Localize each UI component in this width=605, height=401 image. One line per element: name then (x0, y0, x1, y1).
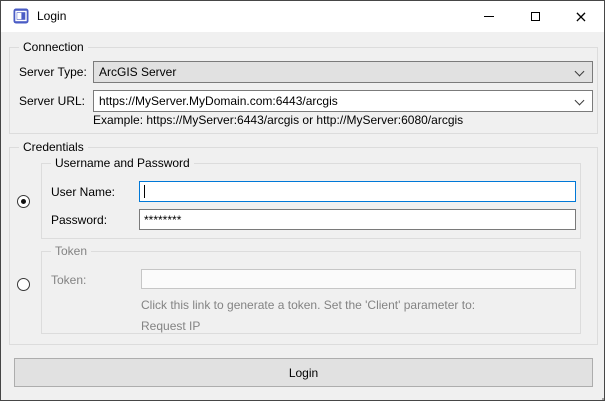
username-password-radio[interactable] (17, 195, 30, 208)
close-button[interactable]: × (558, 1, 604, 32)
caption-buttons: × (466, 1, 604, 32)
username-password-group-label: Username and Password (51, 157, 194, 170)
token-groupbox: Token (41, 251, 581, 334)
login-dialog: Login × Connection Server Type: ArcGIS S… (0, 0, 605, 401)
titlebar[interactable]: Login × (1, 1, 604, 32)
password-input[interactable] (139, 209, 576, 230)
token-input (141, 269, 576, 289)
server-url-value: https://MyServer.MyDomain.com:6443/arcgi… (99, 94, 338, 108)
user-name-label: User Name: (51, 185, 115, 199)
maximize-icon (531, 12, 540, 21)
login-button[interactable]: Login (14, 358, 593, 387)
password-label: Password: (51, 213, 107, 227)
server-type-label: Server Type: (19, 65, 87, 79)
minimize-button[interactable] (466, 1, 512, 32)
login-button-label: Login (289, 366, 318, 380)
minimize-icon (484, 16, 494, 17)
server-type-dropdown[interactable]: ArcGIS Server (93, 61, 593, 83)
chevron-down-icon (575, 96, 585, 106)
user-name-input[interactable] (139, 181, 576, 202)
maximize-button[interactable] (512, 1, 558, 32)
app-form-icon (13, 8, 29, 24)
token-help-text: Click this link to generate a token. Set… (141, 298, 475, 312)
token-label: Token: (51, 273, 86, 287)
server-url-combobox[interactable]: https://MyServer.MyDomain.com:6443/arcgi… (93, 90, 593, 112)
chevron-down-icon (575, 67, 585, 77)
server-type-value: ArcGIS Server (99, 65, 176, 79)
token-request-ip-link[interactable]: Request IP (141, 319, 200, 333)
token-radio[interactable] (17, 278, 30, 291)
credentials-group-label: Credentials (19, 141, 88, 154)
server-url-example-text: Example: https://MyServer:6443/arcgis or… (93, 113, 463, 127)
server-url-label: Server URL: (19, 94, 85, 108)
token-group-label: Token (51, 245, 91, 258)
close-icon: × (574, 9, 587, 25)
text-caret (144, 185, 145, 198)
connection-group-label: Connection (19, 41, 88, 54)
resize-grip-icon[interactable] (598, 394, 600, 396)
window-title: Login (37, 9, 66, 23)
